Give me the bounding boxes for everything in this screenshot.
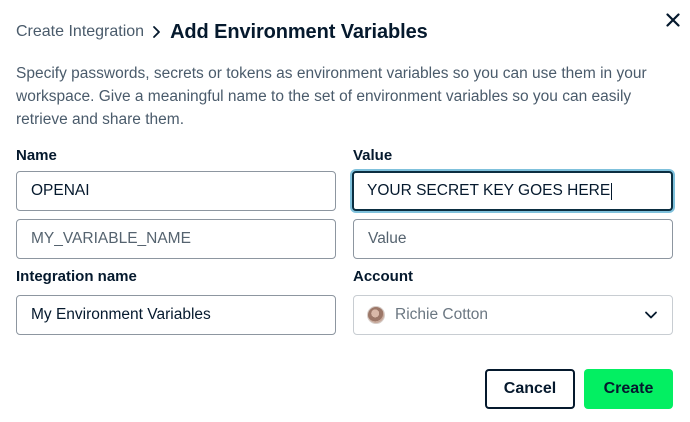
- breadcrumb-create-integration[interactable]: Create Integration: [16, 23, 144, 41]
- dialog-header: Create Integration Add Environment Varia…: [16, 19, 428, 45]
- account-select[interactable]: Richie Cotton: [353, 295, 673, 335]
- variable-value-text: YOUR SECRET KEY GOES HERE: [367, 182, 611, 199]
- variable-value-placeholder: Value: [368, 230, 407, 247]
- page-title: Add Environment Variables: [170, 20, 428, 43]
- account-label: Account: [353, 268, 413, 285]
- integration-name-input[interactable]: My Environment Variables: [16, 295, 336, 335]
- variable-value-input-1[interactable]: YOUR SECRET KEY GOES HERE: [352, 171, 673, 211]
- value-column-label: Value: [353, 147, 393, 164]
- close-icon: [666, 13, 680, 27]
- name-column-label: Name: [16, 147, 57, 164]
- close-button[interactable]: [661, 8, 685, 32]
- text-caret: [611, 182, 613, 200]
- avatar: [367, 306, 385, 324]
- variable-name-text: OPENAI: [31, 182, 90, 199]
- integration-name-text: My Environment Variables: [31, 306, 211, 323]
- chevron-down-icon: [644, 308, 658, 327]
- add-environment-variables-dialog: Create Integration Add Environment Varia…: [0, 0, 690, 422]
- create-button[interactable]: Create: [584, 369, 673, 409]
- cancel-button[interactable]: Cancel: [485, 369, 575, 409]
- variable-value-input-2[interactable]: Value: [353, 219, 673, 259]
- variable-name-placeholder: MY_VARIABLE_NAME: [31, 230, 191, 247]
- dialog-description: Specify passwords, secrets or tokens as …: [16, 65, 647, 128]
- chevron-right-icon: [152, 25, 161, 39]
- integration-name-label: Integration name: [16, 268, 137, 285]
- variable-name-input-1[interactable]: OPENAI: [16, 171, 336, 211]
- account-selected-value: Richie Cotton: [395, 306, 489, 323]
- variable-name-input-2[interactable]: MY_VARIABLE_NAME: [16, 219, 336, 259]
